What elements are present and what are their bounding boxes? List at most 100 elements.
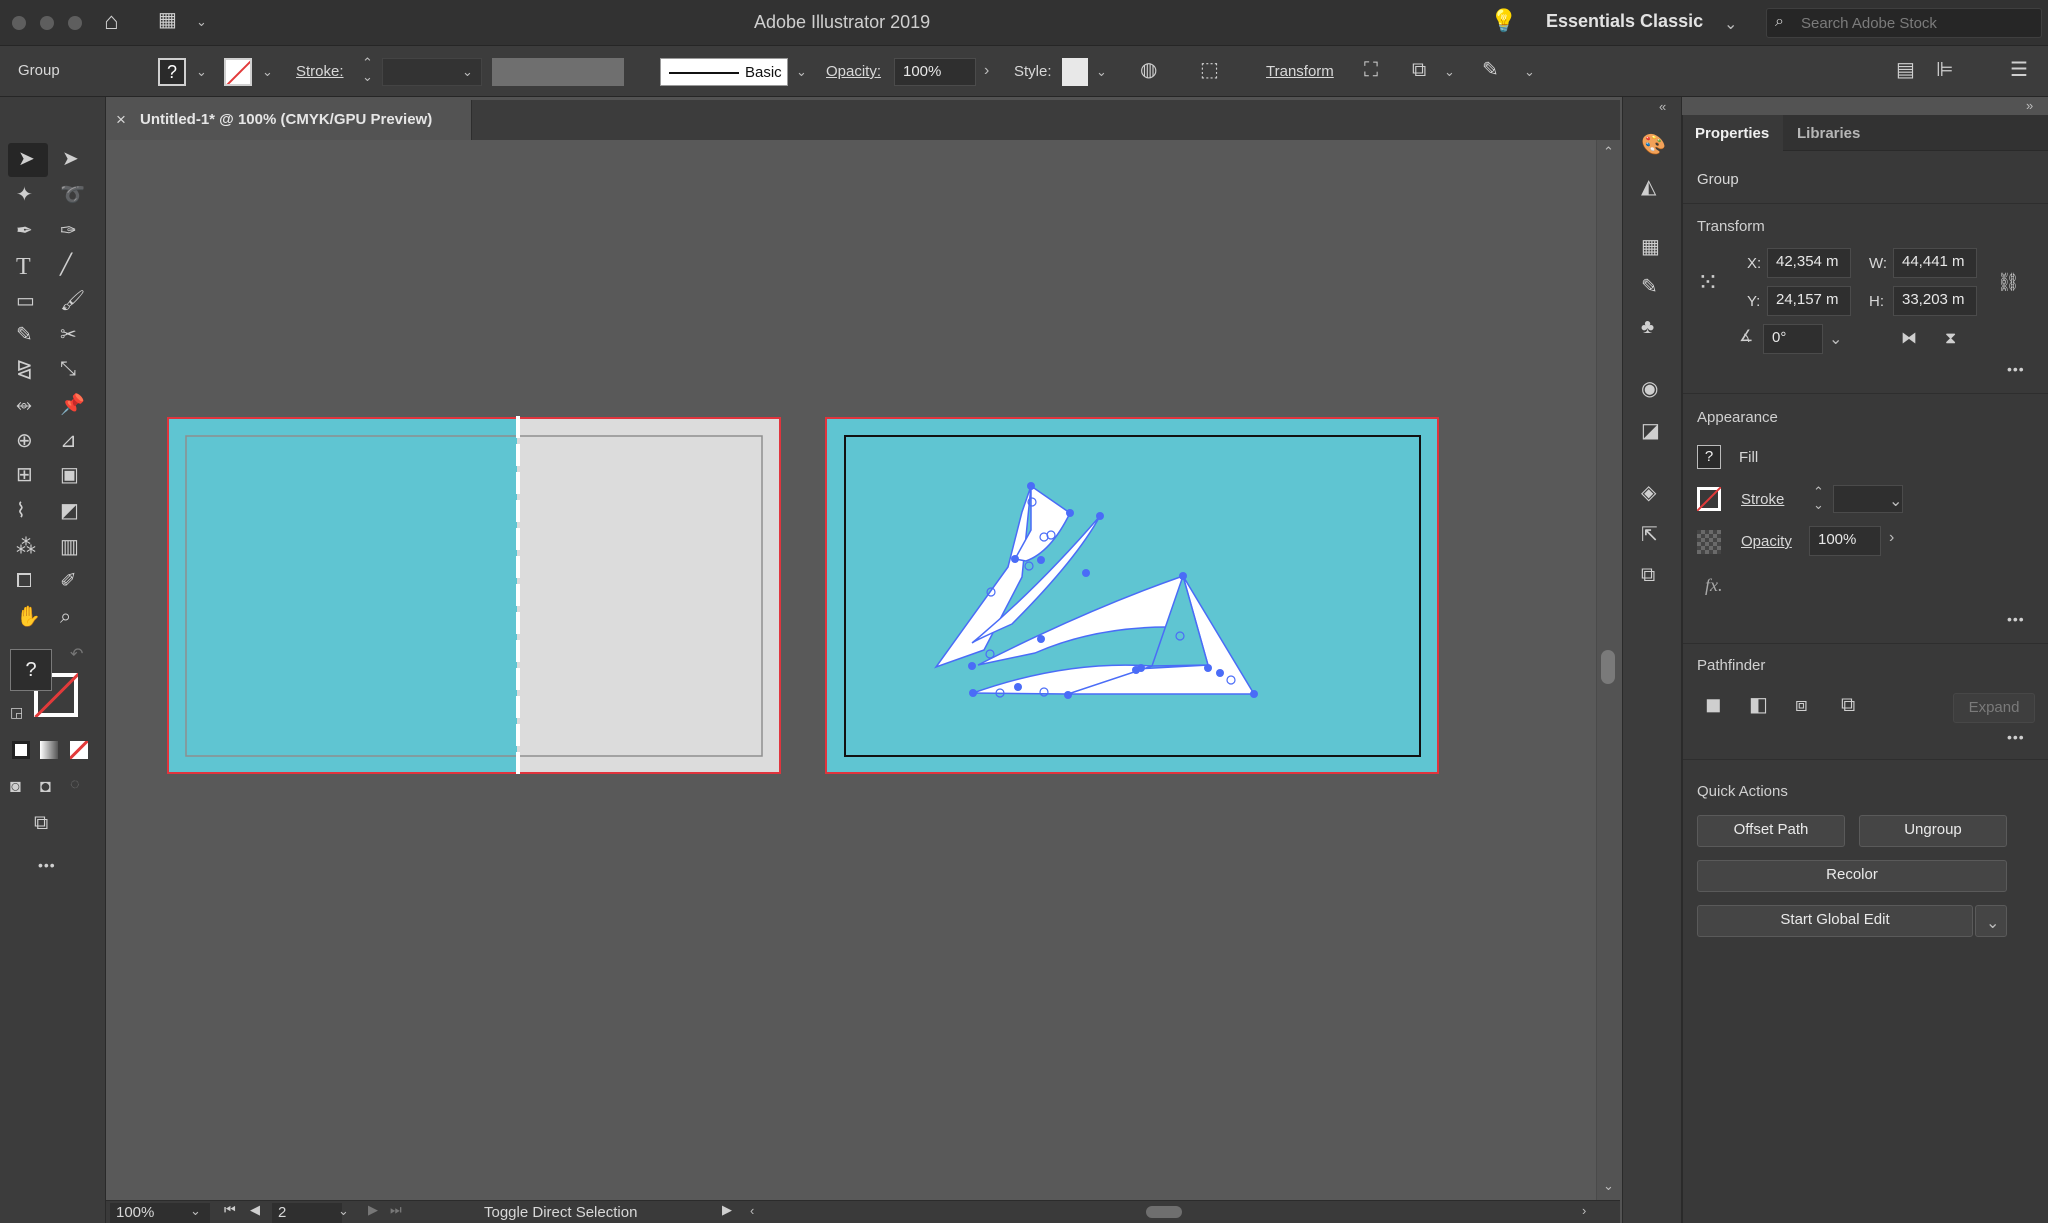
symbols-icon[interactable]: ♣: [1641, 317, 1654, 337]
last-artboard-icon[interactable]: ⏭: [390, 1203, 402, 1216]
collapse-strip-icon[interactable]: «: [1659, 99, 1666, 114]
shape-builder-icon[interactable]: ⊕: [16, 431, 33, 451]
chevron-down-icon[interactable]: ⌄: [1829, 329, 1842, 349]
chevron-down-icon[interactable]: ⌄: [196, 14, 207, 30]
vertical-scrollbar[interactable]: ⌃ ⌄: [1596, 140, 1620, 1200]
close-tab-button[interactable]: ×: [116, 110, 126, 130]
offset-path-button[interactable]: Offset Path: [1697, 815, 1845, 847]
draw-normal-icon[interactable]: ◙: [10, 777, 21, 795]
shaper-icon[interactable]: ✎: [16, 325, 33, 345]
variable-width-profile[interactable]: [492, 58, 624, 86]
start-global-edit-button[interactable]: Start Global Edit: [1697, 905, 1973, 937]
artboard-1[interactable]: [167, 416, 781, 776]
opacity-field[interactable]: 100%: [1809, 526, 1881, 556]
paintbrush-icon[interactable]: 🖌: [60, 291, 85, 311]
h-field[interactable]: 33,203 m: [1893, 286, 1977, 316]
search-stock-field[interactable]: ⌕ Search Adobe Stock: [1766, 8, 2042, 38]
reference-point-icon[interactable]: ⁙: [1697, 269, 1719, 295]
layers-icon[interactable]: ◈: [1641, 483, 1656, 503]
export-icon[interactable]: ⇱: [1641, 525, 1658, 545]
screen-mode-icon[interactable]: ⧉: [34, 813, 48, 833]
scissors-icon[interactable]: ✂: [60, 325, 77, 345]
intersect-icon[interactable]: ⧈: [1795, 695, 1808, 715]
brushes-icon[interactable]: ✎: [1641, 277, 1658, 297]
direct-selection-icon[interactable]: ➤: [62, 149, 79, 169]
stroke-stepper[interactable]: ⌃ ⌄: [362, 56, 373, 84]
column-graph-icon[interactable]: ▥: [60, 537, 79, 557]
flip-horizontal-icon[interactable]: ⧓: [1901, 331, 1917, 347]
status-menu-icon[interactable]: ▶: [722, 1203, 732, 1216]
lasso-icon[interactable]: ➰: [60, 185, 85, 205]
horizontal-scrollbar[interactable]: ‹ ›: [746, 1203, 1596, 1221]
chevron-down-icon[interactable]: ⌄: [190, 1203, 201, 1219]
chevron-right-icon[interactable]: ›: [1889, 529, 1894, 547]
gradient-mode-button[interactable]: [40, 741, 58, 759]
recolor-button[interactable]: Recolor: [1697, 860, 2007, 892]
isolate-group-icon[interactable]: ⛶: [1364, 60, 1378, 80]
none-mode-button[interactable]: [70, 741, 88, 759]
workspace-switcher[interactable]: Essentials Classic: [1546, 11, 1703, 32]
next-artboard-icon[interactable]: ▶: [368, 1203, 378, 1216]
home-icon[interactable]: ⌂: [104, 10, 119, 34]
arrange-panels-icon[interactable]: ▤: [1896, 60, 1915, 80]
puppet-warp-icon[interactable]: 📌: [60, 395, 85, 415]
artboards-panel-icon[interactable]: ⧉: [1641, 565, 1655, 585]
transform-link[interactable]: Transform: [1266, 63, 1334, 80]
artboard-icon[interactable]: ⧠: [16, 571, 32, 591]
scroll-down-icon[interactable]: ⌄: [1603, 1178, 1614, 1194]
selection-tool[interactable]: ➤: [8, 143, 48, 177]
canvas[interactable]: [106, 140, 1596, 1200]
fx-button[interactable]: fx.: [1705, 575, 1723, 596]
w-field[interactable]: 44,441 m: [1893, 248, 1977, 278]
scroll-right-icon[interactable]: ›: [1582, 1203, 1586, 1218]
chevron-down-icon[interactable]: ⌄: [462, 64, 473, 80]
align-panel-icon[interactable]: ⊫: [1936, 60, 1953, 80]
maximize-window-button[interactable]: [68, 16, 82, 30]
arrange-documents-icon[interactable]: ▦: [158, 10, 177, 30]
previous-artboard-icon[interactable]: ◀: [250, 1203, 260, 1216]
fill-color-box[interactable]: ?: [10, 649, 52, 691]
ungroup-button[interactable]: Ungroup: [1859, 815, 2007, 847]
color-panel-icon[interactable]: 🎨: [1641, 135, 1666, 155]
appearance-stroke-swatch[interactable]: [1697, 487, 1721, 511]
menu-icon[interactable]: ☰: [2010, 60, 2028, 80]
default-colors-icon[interactable]: ◲: [10, 705, 23, 719]
slice-icon[interactable]: ✐: [60, 571, 77, 591]
lightbulb-icon[interactable]: 💡: [1490, 10, 1517, 32]
recolor-artwork-icon[interactable]: ◍: [1140, 60, 1157, 80]
appearance-fill-swatch[interactable]: ?: [1697, 445, 1721, 469]
scroll-thumb[interactable]: [1601, 650, 1615, 684]
y-field[interactable]: 24,157 m: [1767, 286, 1851, 316]
color-guide-icon[interactable]: ◭: [1641, 177, 1656, 197]
minus-front-icon[interactable]: ◧: [1749, 695, 1768, 715]
opacity-link[interactable]: Opacity: [1741, 533, 1792, 550]
exclude-icon[interactable]: ⧉: [1841, 695, 1855, 715]
stroke-label[interactable]: Stroke:: [296, 63, 344, 80]
gradient-icon[interactable]: ▣: [60, 465, 79, 485]
chevron-down-icon[interactable]: ⌄: [338, 1203, 349, 1219]
pathfinder-more-button[interactable]: •••: [2007, 729, 2025, 745]
tab-properties[interactable]: Properties: [1683, 115, 1783, 151]
flip-vertical-icon[interactable]: ⧗: [1945, 331, 1956, 347]
document-tab[interactable]: × Untitled-1* @ 100% (CMYK/GPU Preview): [106, 100, 472, 140]
eyedropper-icon[interactable]: ⌇: [16, 501, 26, 521]
tab-libraries[interactable]: Libraries: [1783, 115, 1883, 151]
reflect-icon[interactable]: ⧎: [16, 359, 33, 379]
chevron-right-icon[interactable]: ›: [984, 62, 989, 80]
transform-more-button[interactable]: •••: [2007, 361, 2025, 377]
symbol-sprayer-icon[interactable]: ⁂: [16, 537, 36, 557]
draw-behind-icon[interactable]: ◘: [40, 777, 51, 795]
chevron-down-icon[interactable]: ⌄: [1889, 491, 1902, 511]
rectangle-icon[interactable]: ▭: [16, 291, 35, 311]
chevron-down-icon[interactable]: ⌄: [796, 64, 807, 80]
chevron-down-icon[interactable]: ⌄: [1444, 64, 1455, 80]
hand-icon[interactable]: ✋: [16, 607, 41, 627]
scroll-up-icon[interactable]: ⌃: [1603, 144, 1614, 160]
perspective-grid-icon[interactable]: ⊿: [60, 431, 77, 451]
minimize-window-button[interactable]: [40, 16, 54, 30]
angle-field[interactable]: 0°: [1763, 324, 1823, 354]
fill-swatch[interactable]: ?: [158, 58, 186, 86]
artboard-number-field[interactable]: 2: [272, 1203, 342, 1223]
pen-icon[interactable]: ✒: [16, 221, 33, 241]
width-icon[interactable]: ⥈: [16, 395, 32, 415]
